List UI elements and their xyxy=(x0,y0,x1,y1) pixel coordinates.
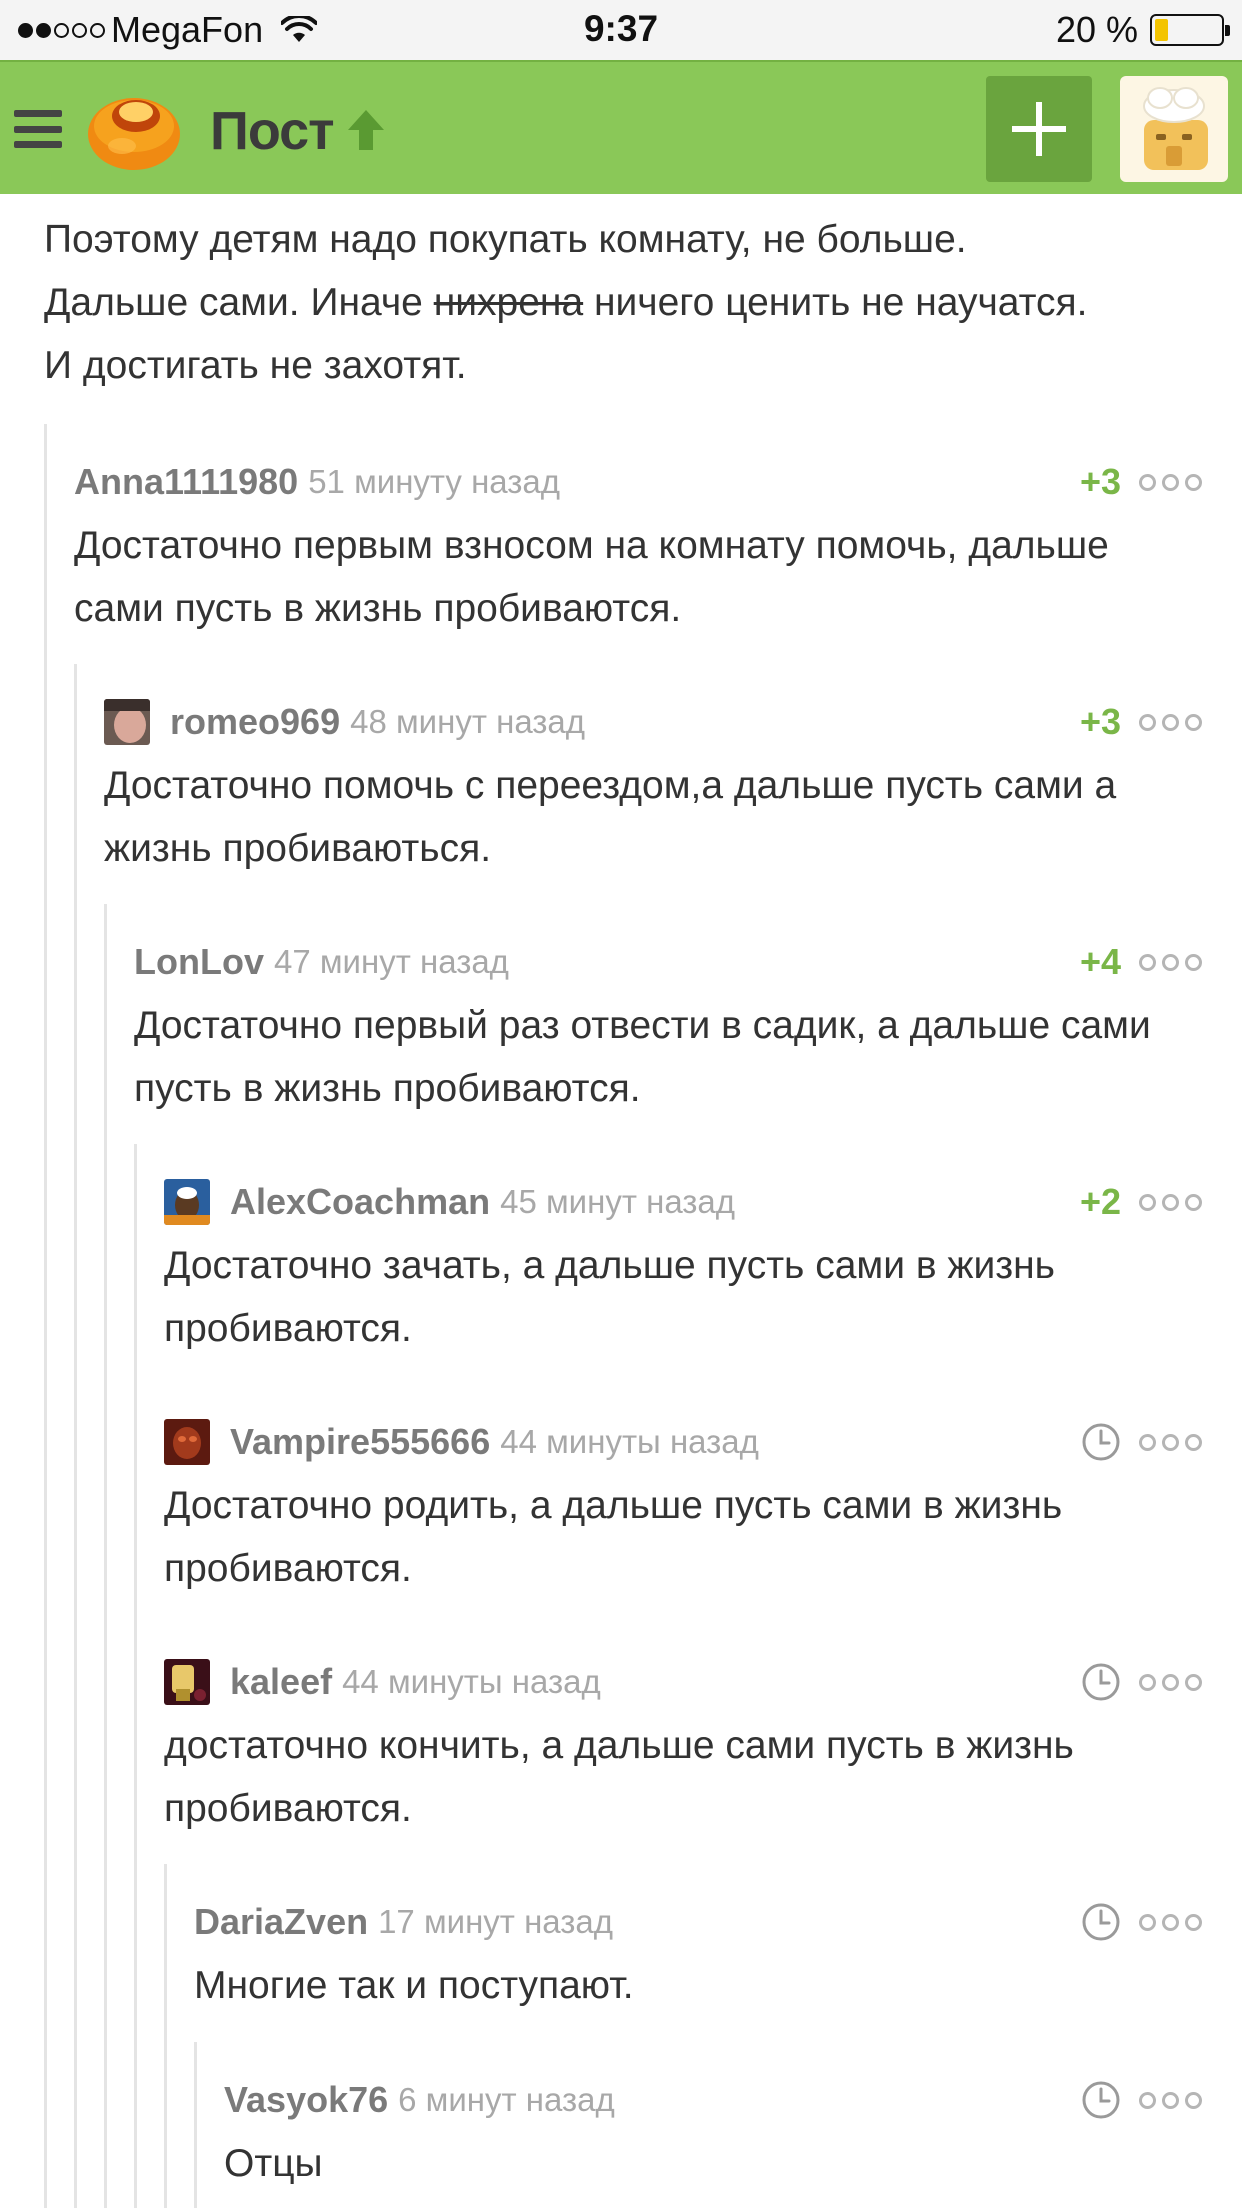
comment-header: romeo969 48 минут назад +3 xyxy=(104,692,1202,752)
add-post-button[interactable] xyxy=(986,76,1092,182)
post-text-part: Дальше сами. Иначе xyxy=(44,281,434,324)
clock-icon xyxy=(1082,1663,1120,1701)
comment: Vasyok76 6 минут назад Отцы xyxy=(224,2070,1202,2195)
comment-time: 17 минут назад xyxy=(378,1903,614,1940)
comment-time: 6 минут назад xyxy=(398,2081,615,2118)
post-line: И достигать не захотят. xyxy=(44,344,467,387)
avatar[interactable] xyxy=(164,1419,210,1465)
comment-time: 45 минут назад xyxy=(500,1183,736,1220)
comment-time: 47 минут назад xyxy=(273,943,509,980)
comment: Anna1111980 51 минуту назад +3 Достаточн… xyxy=(74,452,1202,640)
comment-author[interactable]: Anna1111980 xyxy=(74,461,298,503)
comment-time: 48 минут назад xyxy=(350,703,586,740)
comment-author[interactable]: LonLov xyxy=(134,941,264,983)
comment-actions xyxy=(1081,1652,1202,1712)
comment-author[interactable]: AlexCoachman xyxy=(230,1181,490,1223)
more-options-icon[interactable] xyxy=(1139,1673,1202,1691)
comments-area: Поэтому детям надо покупать комнату, не … xyxy=(0,194,1242,2208)
more-options-icon[interactable] xyxy=(1139,2091,1202,2109)
comment-text: Достаточно зачать, а дальше пусть сами в… xyxy=(164,1244,1056,1350)
comment: romeo969 48 минут назад +3 Достаточно по… xyxy=(104,692,1202,880)
comment-actions xyxy=(1081,1412,1202,1472)
clock-icon xyxy=(1082,2081,1120,2119)
comment: DariaZven 17 минут назад Многие так и по… xyxy=(194,1892,1202,2017)
comment-rating: +2 xyxy=(1079,1181,1121,1222)
clock-icon xyxy=(1082,1423,1120,1461)
avatar[interactable] xyxy=(104,699,150,745)
more-options-icon[interactable] xyxy=(1139,473,1202,491)
post-line: Дальше сами. Иначе нихрена ничего ценить… xyxy=(44,271,1204,334)
status-right: 20 % xyxy=(1055,8,1230,52)
profile-button[interactable] xyxy=(1120,76,1228,182)
comment-actions: +3 xyxy=(1080,452,1202,512)
post-text: Поэтому детям надо покупать комнату, не … xyxy=(44,208,1204,397)
comment-text: Отцы xyxy=(224,2142,323,2185)
comment-author[interactable]: romeo969 xyxy=(170,701,340,743)
menu-icon[interactable] xyxy=(14,110,62,148)
comment-time: 44 минуты назад xyxy=(500,1423,759,1460)
comment: Vampire555666 44 минуты назад Достаточно… xyxy=(164,1412,1202,1600)
comment-actions: +4 xyxy=(1080,932,1202,992)
clock-icon xyxy=(1082,1903,1120,1941)
strikethrough-text: нихрена xyxy=(433,281,584,324)
thread-line xyxy=(104,904,107,2208)
comment-rating: +3 xyxy=(1079,461,1121,502)
avatar[interactable] xyxy=(164,1659,210,1705)
comment-author[interactable]: Vampire555666 xyxy=(230,1421,490,1463)
more-options-icon[interactable] xyxy=(1139,1193,1202,1211)
comment-text: Достаточно родить, а дальше пусть сами в… xyxy=(164,1484,1063,1590)
comment-header: LonLov 47 минут назад +4 xyxy=(134,932,1202,992)
more-options-icon[interactable] xyxy=(1139,1433,1202,1451)
comment-text: Многие так и поступают. xyxy=(194,1964,634,2007)
battery-percent: 20 % xyxy=(1055,9,1138,50)
battery-level xyxy=(1155,19,1168,41)
comment-text: Достаточно помочь с переездом,а дальше п… xyxy=(104,764,1117,870)
avatar[interactable] xyxy=(164,1179,210,1225)
comment-author[interactable]: Vasyok76 xyxy=(224,2079,388,2121)
comment: LonLov 47 минут назад +4 Достаточно перв… xyxy=(134,932,1202,1120)
comment-actions: +2 xyxy=(1080,1172,1202,1232)
comment-rating: +4 xyxy=(1079,941,1121,982)
more-options-icon[interactable] xyxy=(1139,1913,1202,1931)
comment: AlexCoachman 45 минут назад +2 Достаточн… xyxy=(164,1172,1202,1360)
comment-header: DariaZven 17 минут назад xyxy=(194,1892,1202,1952)
comment: kaleef 44 минуты назад достаточно кончит… xyxy=(164,1652,1202,1840)
page-title: Пост xyxy=(210,101,335,161)
app-header: Пост xyxy=(0,60,1242,194)
profile-icon xyxy=(1143,87,1208,170)
comment-actions xyxy=(1081,2070,1202,2130)
comment-author[interactable]: DariaZven xyxy=(194,1901,368,1943)
comment-text: Достаточно первым взносом на комнату пом… xyxy=(74,524,1109,630)
status-bar: MegaFon 9:37 20 % xyxy=(0,0,1242,60)
thread-line xyxy=(134,1144,137,2208)
comment-actions: +3 xyxy=(1080,692,1202,752)
logo-icon[interactable] xyxy=(84,82,184,174)
comment-header: AlexCoachman 45 минут назад +2 xyxy=(164,1172,1202,1232)
comment-header: Vampire555666 44 минуты назад xyxy=(164,1412,1202,1472)
thread-line xyxy=(74,664,77,2208)
comment-time: 44 минуты назад xyxy=(342,1663,601,1700)
battery-icon xyxy=(1150,14,1230,46)
more-options-icon[interactable] xyxy=(1139,953,1202,971)
comment-header: kaleef 44 минуты назад xyxy=(164,1652,1202,1712)
comment-header: Anna1111980 51 минуту назад +3 xyxy=(74,452,1202,512)
comment-text: Достаточно первый раз отвести в садик, а… xyxy=(134,1004,1151,1110)
comment-rating: +3 xyxy=(1079,701,1121,742)
post-text-part: ничего ценить не научатся. xyxy=(583,281,1088,324)
post-line: Поэтому детям надо покупать комнату, не … xyxy=(44,218,967,261)
comment-text: достаточно кончить, а дальше сами пусть … xyxy=(164,1724,1074,1830)
more-options-icon[interactable] xyxy=(1139,713,1202,731)
comment-actions xyxy=(1081,1892,1202,1952)
comment-author[interactable]: kaleef xyxy=(230,1661,332,1703)
arrow-up-icon[interactable] xyxy=(342,106,390,154)
thread-line xyxy=(164,1864,167,2208)
thread-line xyxy=(44,424,47,2208)
comment-time: 51 минуту назад xyxy=(308,463,561,500)
thread-line xyxy=(194,2042,197,2208)
comment-header: Vasyok76 6 минут назад xyxy=(224,2070,1202,2130)
